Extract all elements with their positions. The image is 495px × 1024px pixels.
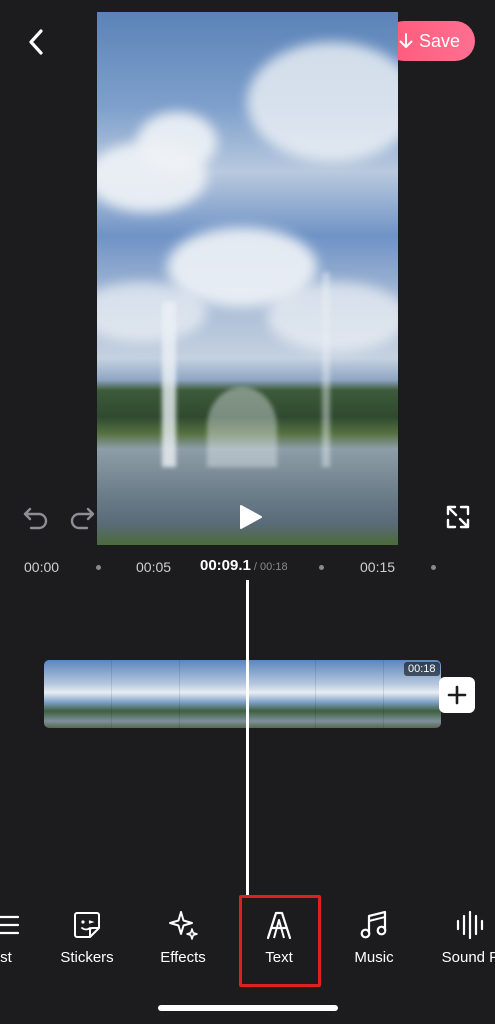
tool-sound-fx[interactable]: Sound F xyxy=(422,909,495,966)
video-preview[interactable] xyxy=(97,12,398,545)
text-a-icon xyxy=(266,911,292,940)
tool-music[interactable]: Music xyxy=(326,909,422,966)
total-time: / 00:18 xyxy=(250,561,288,573)
save-label: Save xyxy=(418,30,461,51)
arrow-down-icon xyxy=(399,33,413,48)
tool-label: Stickers xyxy=(60,949,114,966)
timeline-ruler: 00:00 00:05 00:09.1 / 00:18 00:15 xyxy=(0,555,495,581)
sound-wave-icon xyxy=(456,910,484,940)
tick-dot xyxy=(96,565,101,570)
list-icon xyxy=(0,915,20,935)
tick-dot xyxy=(319,565,324,570)
play-icon[interactable] xyxy=(236,503,264,531)
clip-frame xyxy=(316,660,384,728)
undo-icon[interactable] xyxy=(22,504,50,530)
clip-frame xyxy=(248,660,316,728)
clip-frame xyxy=(44,660,112,728)
tool-effects[interactable]: Effects xyxy=(135,909,231,966)
time-readout: 00:09.1 / 00:18 xyxy=(200,557,288,574)
playhead[interactable] xyxy=(246,580,249,895)
video-clip[interactable] xyxy=(44,660,441,728)
clip-frame xyxy=(112,660,180,728)
sticker-icon xyxy=(74,912,100,938)
current-time: 00:09.1 xyxy=(200,557,251,574)
home-indicator xyxy=(158,1005,338,1011)
tool-label: Text xyxy=(265,949,293,966)
clip-duration-badge: 00:18 xyxy=(404,662,440,676)
tick-label: 00:15 xyxy=(360,559,396,575)
tool-text[interactable]: Text xyxy=(231,909,327,966)
tool-label: Sound F xyxy=(441,949,495,966)
fullscreen-icon[interactable] xyxy=(445,504,471,530)
add-clip-button[interactable] xyxy=(439,677,475,713)
tick-label: 00:05 xyxy=(136,559,172,575)
tool-label: st xyxy=(0,949,12,966)
tool-label: Music xyxy=(354,949,394,966)
sparkle-icon xyxy=(169,911,198,940)
tick-dot xyxy=(431,565,436,570)
tool-stickers[interactable]: Stickers xyxy=(39,909,135,966)
chevron-left-icon xyxy=(29,29,43,55)
back-button[interactable] xyxy=(18,24,54,60)
tool-label: Effects xyxy=(160,949,206,966)
clip-frame xyxy=(180,660,248,728)
bottom-toolbar: st Stickers Effects Text Music Sound F xyxy=(0,895,495,990)
tick-label: 00:00 xyxy=(24,559,60,575)
redo-icon[interactable] xyxy=(68,504,96,530)
plus-icon xyxy=(447,685,467,705)
music-note-icon xyxy=(360,910,387,939)
